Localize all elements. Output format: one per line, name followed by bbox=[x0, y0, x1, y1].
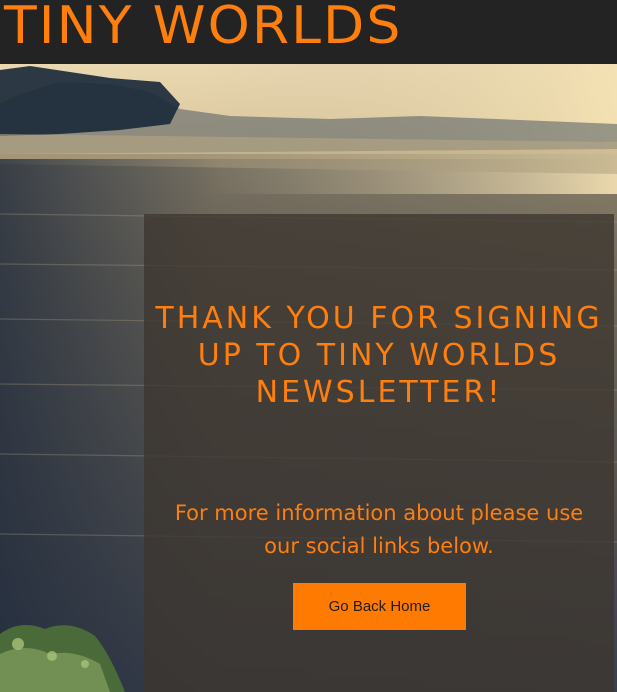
thank-you-panel: THANK YOU FOR SIGNING UP TO TINY WORLDS … bbox=[144, 214, 614, 692]
site-logo-title[interactable]: TINY WORLDS bbox=[4, 0, 402, 56]
go-back-home-button[interactable]: Go Back Home bbox=[293, 583, 466, 630]
thank-you-heading: THANK YOU FOR SIGNING UP TO TINY WORLDS … bbox=[155, 301, 603, 410]
site-header: TINY WORLDS bbox=[0, 0, 617, 64]
social-links-message: For more information about please use ou… bbox=[174, 501, 584, 558]
